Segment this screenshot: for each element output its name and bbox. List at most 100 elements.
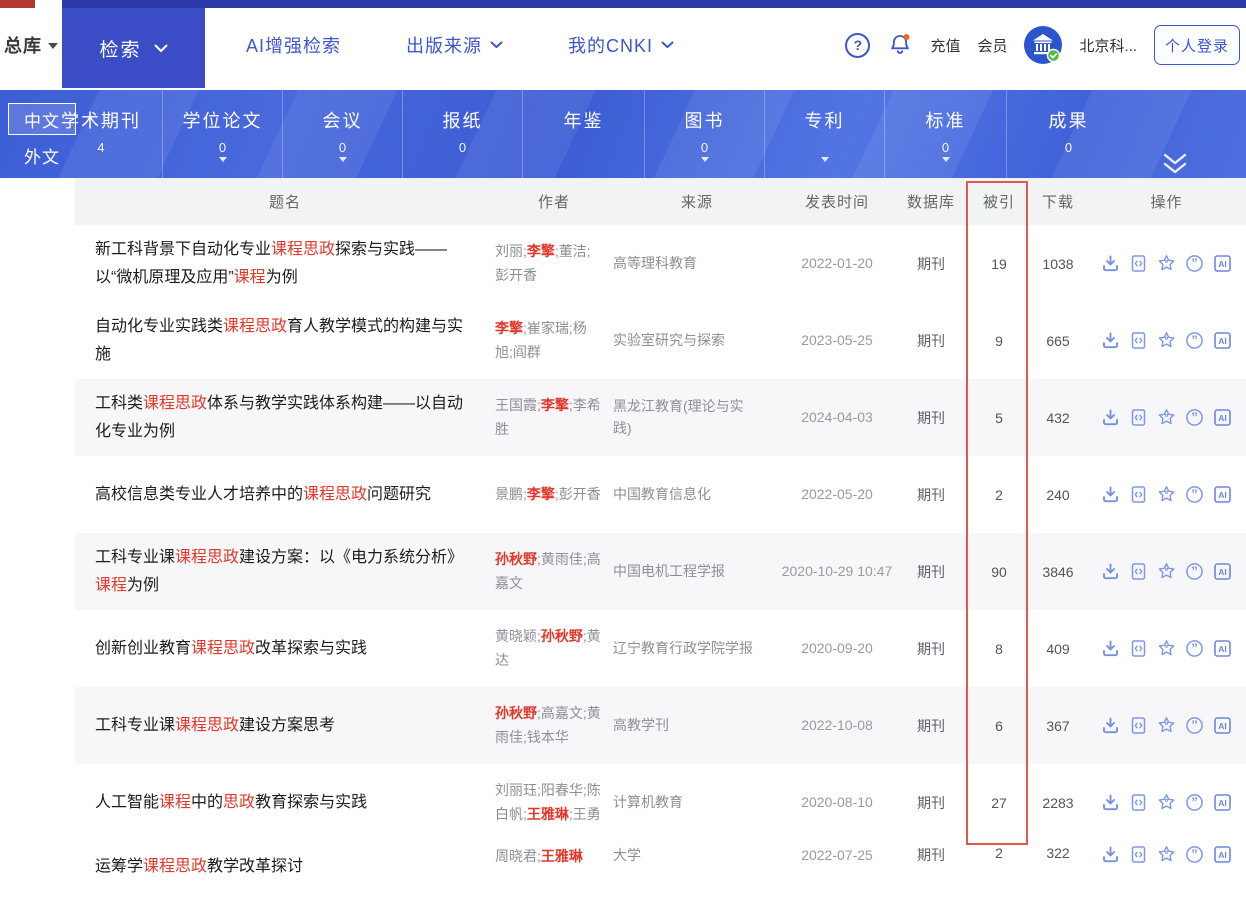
column-header-0[interactable]: 题名 (75, 191, 495, 212)
authors[interactable]: 李擎;崔家瑞;杨旭;阎群 (495, 317, 613, 363)
cite-quote-icon[interactable]: ” (1185, 716, 1204, 735)
column-header-1[interactable]: 作者 (495, 191, 613, 212)
source-link[interactable]: 实验室研究与探索 (613, 330, 781, 352)
download-icon[interactable] (1101, 562, 1120, 581)
institution-name[interactable]: 北京科... (1079, 35, 1137, 56)
category-tab-7[interactable]: 标准 0 (885, 90, 1007, 178)
category-tab-5[interactable]: 图书 0 (645, 90, 765, 178)
ai-assistant-icon[interactable]: AI (1213, 485, 1232, 504)
paper-title-link[interactable]: 创新创业教育课程思政改革探索与实践 (75, 627, 495, 671)
favorite-star-icon[interactable] (1157, 639, 1176, 658)
expand-categories-button[interactable] (1130, 90, 1246, 178)
paper-title-link[interactable]: 自动化专业实践类课程思政育人教学模式的构建与实施 (75, 305, 495, 377)
category-tab-6[interactable]: 专利 (765, 90, 885, 178)
authors[interactable]: 刘丽;李擎;董洁;彭开香 (495, 240, 613, 286)
favorite-star-icon[interactable] (1157, 408, 1176, 427)
category-tab-4[interactable]: 年鉴 (523, 90, 645, 178)
ai-assistant-icon[interactable]: AI (1213, 639, 1232, 658)
category-tab-8[interactable]: 成果 0 (1007, 90, 1130, 178)
html-read-icon[interactable] (1129, 716, 1148, 735)
paper-title-link[interactable]: 工科专业课课程思政建设方案思考 (75, 704, 495, 748)
html-read-icon[interactable] (1129, 408, 1148, 427)
download-icon[interactable] (1101, 485, 1120, 504)
paper-title-link[interactable]: 高校信息类专业人才培养中的课程思政问题研究 (75, 473, 495, 517)
authors[interactable]: 孙秋野;黄雨佳;高嘉文 (495, 548, 613, 594)
ai-assistant-icon[interactable]: AI (1213, 562, 1232, 581)
download-icon[interactable] (1101, 716, 1120, 735)
html-read-icon[interactable] (1129, 845, 1148, 864)
column-header-3[interactable]: 发表时间 (781, 191, 893, 212)
authors[interactable]: 景鹏;李擎;彭开香 (495, 483, 613, 506)
top-nav-link-0[interactable]: AI增强检索 (246, 32, 341, 58)
favorite-star-icon[interactable] (1157, 793, 1176, 812)
favorite-star-icon[interactable] (1157, 331, 1176, 350)
html-read-icon[interactable] (1129, 793, 1148, 812)
source-link[interactable]: 黑龙江教育(理论与实践) (613, 396, 781, 439)
tab-search-active[interactable]: 检索 (62, 8, 205, 88)
download-icon[interactable] (1101, 793, 1120, 812)
column-header-5[interactable]: 被引 (969, 191, 1029, 212)
source-link[interactable]: 中国教育信息化 (613, 484, 781, 506)
help-icon[interactable]: ? (845, 32, 871, 58)
cited-count[interactable]: 5 (969, 410, 1029, 426)
ai-assistant-icon[interactable]: AI (1213, 408, 1232, 427)
member-link[interactable]: 会员 (977, 35, 1007, 56)
download-icon[interactable] (1101, 639, 1120, 658)
authors[interactable]: 王国霞;李擎;李希胜 (495, 394, 613, 440)
download-icon[interactable] (1101, 331, 1120, 350)
source-link[interactable]: 计算机教育 (613, 792, 781, 814)
top-nav-link-1[interactable]: 出版来源 (406, 32, 503, 58)
cited-count[interactable]: 27 (969, 795, 1029, 811)
ai-assistant-icon[interactable]: AI (1213, 716, 1232, 735)
recharge-link[interactable]: 充值 (930, 35, 960, 56)
cite-quote-icon[interactable]: ” (1185, 562, 1204, 581)
column-header-4[interactable]: 数据库 (893, 191, 969, 212)
html-read-icon[interactable] (1129, 331, 1148, 350)
favorite-star-icon[interactable] (1157, 845, 1176, 864)
cite-quote-icon[interactable]: ” (1185, 331, 1204, 350)
cited-count[interactable]: 90 (969, 564, 1029, 580)
download-icon[interactable] (1101, 254, 1120, 273)
cited-count[interactable]: 6 (969, 718, 1029, 734)
download-icon[interactable] (1101, 845, 1120, 864)
html-read-icon[interactable] (1129, 562, 1148, 581)
language-tab[interactable]: 外文 (8, 139, 76, 171)
paper-title-link[interactable]: 工科专业课课程思政建设方案：以《电力系统分析》课程为例 (75, 536, 495, 608)
cite-quote-icon[interactable]: ” (1185, 254, 1204, 273)
source-link[interactable]: 大学 (613, 845, 781, 867)
source-link[interactable]: 中国电机工程学报 (613, 561, 781, 583)
cite-quote-icon[interactable]: ” (1185, 845, 1204, 864)
paper-title-link[interactable]: 新工科背景下自动化专业课程思政探索与实践——以“微机原理及应用”课程为例 (75, 228, 495, 300)
cited-count[interactable]: 9 (969, 333, 1029, 349)
favorite-star-icon[interactable] (1157, 254, 1176, 273)
ai-assistant-icon[interactable]: AI (1213, 331, 1232, 350)
favorite-star-icon[interactable] (1157, 716, 1176, 735)
html-read-icon[interactable] (1129, 254, 1148, 273)
column-header-2[interactable]: 来源 (613, 191, 781, 212)
ai-assistant-icon[interactable]: AI (1213, 254, 1232, 273)
authors[interactable]: 周晓君;王雅琳 (495, 845, 613, 868)
cited-count[interactable]: 2 (969, 487, 1029, 503)
library-scope-dropdown[interactable]: 总库 (0, 0, 62, 90)
authors[interactable]: 刘丽珏;阳春华;陈白帆;王雅琳;王勇 (495, 779, 613, 825)
cite-quote-icon[interactable]: ” (1185, 639, 1204, 658)
personal-login-button[interactable]: 个人登录 (1154, 25, 1240, 65)
source-link[interactable]: 辽宁教育行政学院学报 (613, 638, 781, 660)
cited-count[interactable]: 8 (969, 641, 1029, 657)
ai-assistant-icon[interactable]: AI (1213, 845, 1232, 864)
source-link[interactable]: 高教学刊 (613, 715, 781, 737)
cite-quote-icon[interactable]: ” (1185, 793, 1204, 812)
cited-count[interactable]: 2 (969, 845, 1029, 861)
top-nav-link-2[interactable]: 我的CNKI (568, 32, 674, 58)
authors[interactable]: 孙秋野;高嘉文;黄雨佳;钱本华 (495, 702, 613, 748)
column-header-7[interactable]: 操作 (1087, 191, 1246, 212)
cite-quote-icon[interactable]: ” (1185, 485, 1204, 504)
source-link[interactable]: 高等理科教育 (613, 253, 781, 275)
cite-quote-icon[interactable]: ” (1185, 408, 1204, 427)
favorite-star-icon[interactable] (1157, 485, 1176, 504)
category-tab-2[interactable]: 会议 0 (283, 90, 403, 178)
paper-title-link[interactable]: 工科类课程思政体系与教学实践体系构建——以自动化专业为例 (75, 382, 495, 454)
download-icon[interactable] (1101, 408, 1120, 427)
institution-logo[interactable] (1024, 26, 1063, 64)
paper-title-link[interactable]: 运筹学课程思政教学改革探讨 (75, 845, 495, 889)
